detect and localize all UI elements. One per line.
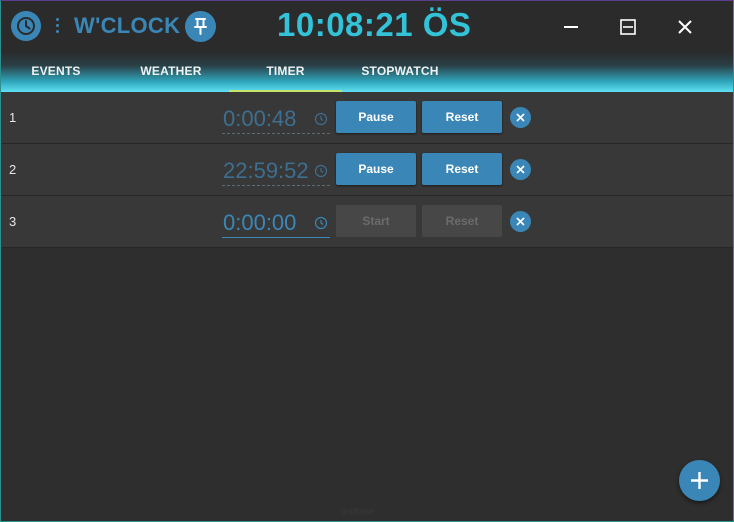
plus-icon: [691, 472, 708, 489]
clock-small-icon[interactable]: [314, 164, 328, 178]
tab-timer[interactable]: TIMER: [229, 51, 342, 92]
timer-duration-field[interactable]: 0:00:48: [222, 102, 330, 134]
tab-weather[interactable]: WEATHER: [135, 51, 207, 92]
current-time: 10:08:21 ÖS: [277, 6, 472, 43]
pause-button[interactable]: Pause: [336, 153, 416, 185]
timer-index: 3: [9, 214, 17, 229]
restore-icon[interactable]: [614, 13, 642, 41]
tab-stopwatch[interactable]: STOPWATCH: [357, 51, 443, 92]
add-timer-button[interactable]: [679, 460, 720, 501]
clock-small-icon[interactable]: [314, 112, 328, 126]
timer-index: 2: [9, 162, 17, 177]
timer-value: 0:00:00: [223, 210, 297, 235]
clock-small-icon[interactable]: [314, 216, 328, 230]
timer-value: 0:00:48: [223, 106, 297, 131]
clock-icon[interactable]: [11, 11, 41, 41]
timer-index: 1: [9, 110, 17, 125]
pause-button[interactable]: Pause: [336, 101, 416, 133]
tab-events[interactable]: EVENTS: [25, 51, 87, 92]
timer-row: 3 0:00:00 Start Reset: [1, 196, 733, 248]
timer-duration-field[interactable]: 0:00:00: [222, 206, 330, 238]
footer-text: grodbase: [341, 507, 375, 516]
reset-button[interactable]: Reset: [422, 205, 502, 237]
timer-duration-field[interactable]: 22:59:52: [222, 154, 330, 186]
tab-bar: EVENTS WEATHER TIMER STOPWATCH: [1, 51, 733, 92]
remove-timer-icon[interactable]: [510, 159, 531, 180]
reset-button[interactable]: Reset: [422, 101, 502, 133]
start-button[interactable]: Start: [336, 205, 416, 237]
minimize-icon[interactable]: [557, 13, 585, 41]
reset-button[interactable]: Reset: [422, 153, 502, 185]
kebab-menu-icon[interactable]: [52, 15, 62, 37]
title-bar[interactable]: W'CLOCK 10:08:21 ÖS: [1, 1, 733, 51]
remove-timer-icon[interactable]: [510, 107, 531, 128]
timer-row: 1 0:00:48 Pause Reset: [1, 92, 733, 144]
app-window: W'CLOCK 10:08:21 ÖS EVENTS WEATHER TIMER…: [0, 0, 734, 522]
close-icon[interactable]: [671, 13, 699, 41]
timer-value: 22:59:52: [223, 158, 309, 183]
timer-row: 2 22:59:52 Pause Reset: [1, 144, 733, 196]
app-title: W'CLOCK: [74, 13, 181, 38]
pin-icon[interactable]: [185, 11, 216, 42]
remove-timer-icon[interactable]: [510, 211, 531, 232]
